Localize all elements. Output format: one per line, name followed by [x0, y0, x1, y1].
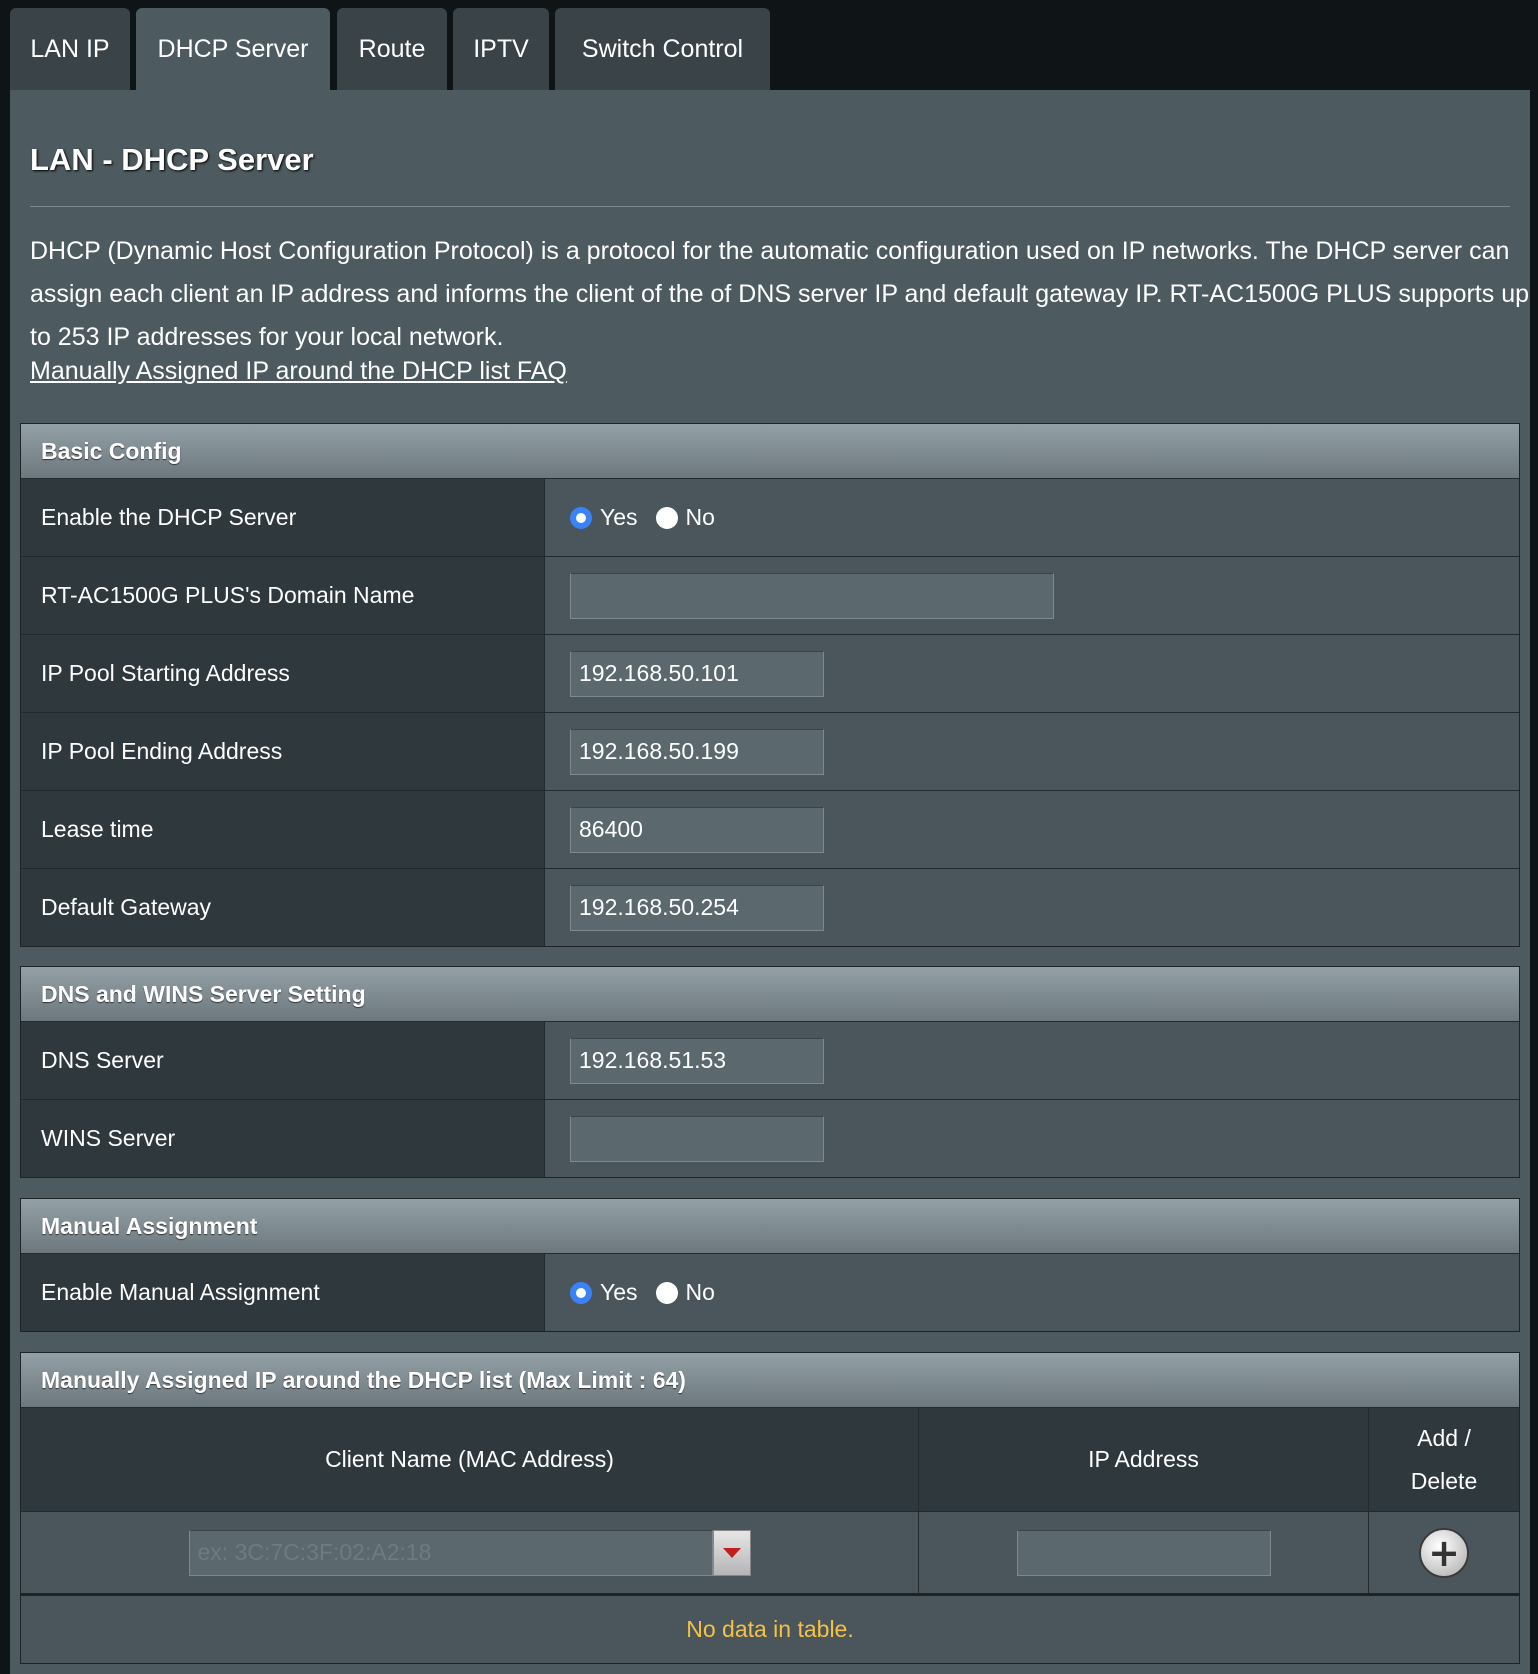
- pool-end-input[interactable]: 192.168.50.199: [570, 728, 824, 775]
- mac-dropdown-button[interactable]: [712, 1529, 751, 1576]
- tab-dhcp-server[interactable]: DHCP Server: [136, 8, 330, 90]
- manual-assignment-section: Manual Assignment Enable Manual Assignme…: [20, 1198, 1520, 1332]
- manual-list-input-row: ex: 3C:7C:3F:02:A2:18 +: [21, 1511, 1519, 1593]
- dns-server-input[interactable]: 192.168.51.53: [570, 1037, 824, 1084]
- wins-server-label: WINS Server: [21, 1100, 545, 1177]
- add-icon[interactable]: +: [1419, 1527, 1469, 1578]
- tab-lan-ip[interactable]: LAN IP: [10, 8, 130, 90]
- dns-server-row: DNS Server 192.168.51.53: [21, 1021, 1519, 1099]
- pool-end-label: IP Pool Ending Address: [21, 713, 545, 790]
- enable-manual-no-radio[interactable]: [655, 1281, 678, 1304]
- basic-config-header: Basic Config: [21, 424, 1519, 478]
- tab-switch-control[interactable]: Switch Control: [555, 8, 770, 90]
- ip-address-input[interactable]: [1016, 1529, 1271, 1576]
- col-add-delete-line2: Delete: [1410, 1467, 1478, 1494]
- gateway-label: Default Gateway: [21, 869, 545, 946]
- enable-dhcp-yes-label: Yes: [600, 504, 638, 530]
- pool-end-row: IP Pool Ending Address 192.168.50.199: [21, 712, 1519, 790]
- basic-config-section: Basic Config Enable the DHCP Server Yes …: [20, 423, 1520, 947]
- col-ip-address: IP Address: [919, 1408, 1369, 1511]
- tab-iptv[interactable]: IPTV: [453, 8, 549, 90]
- col-add-delete-line1: Add /: [1417, 1424, 1471, 1451]
- page-description: DHCP (Dynamic Host Configuration Protoco…: [30, 237, 1529, 351]
- enable-manual-yes-radio[interactable]: [570, 1281, 592, 1304]
- manual-assignment-header: Manual Assignment: [21, 1199, 1519, 1253]
- mac-combo: ex: 3C:7C:3F:02:A2:18: [188, 1529, 751, 1576]
- wins-server-input[interactable]: [570, 1115, 824, 1162]
- manual-list-section: Manually Assigned IP around the DHCP lis…: [20, 1352, 1520, 1664]
- wins-server-row: WINS Server: [21, 1099, 1519, 1177]
- enable-manual-row: Enable Manual Assignment Yes No: [21, 1253, 1519, 1331]
- col-client-name: Client Name (MAC Address): [21, 1408, 919, 1511]
- lease-time-input[interactable]: 86400: [570, 806, 824, 853]
- faq-link[interactable]: Manually Assigned IP around the DHCP lis…: [30, 357, 567, 386]
- col-add-delete: Add / Delete: [1369, 1408, 1519, 1511]
- empty-table-message: No data in table.: [21, 1593, 1519, 1663]
- enable-dhcp-label: Enable the DHCP Server: [21, 479, 545, 556]
- manual-list-header: Manually Assigned IP around the DHCP lis…: [21, 1353, 1519, 1407]
- dns-server-label: DNS Server: [21, 1022, 545, 1099]
- page-title: LAN - DHCP Server: [30, 142, 314, 177]
- chevron-down-icon: [722, 1547, 741, 1558]
- lease-time-row: Lease time 86400: [21, 790, 1519, 868]
- enable-manual-yes-label: Yes: [600, 1279, 638, 1305]
- enable-dhcp-yes-radio[interactable]: [570, 506, 592, 529]
- manual-list-columns: Client Name (MAC Address) IP Address Add…: [21, 1407, 1519, 1511]
- enable-dhcp-row: Enable the DHCP Server Yes No: [21, 478, 1519, 556]
- lease-time-label: Lease time: [21, 791, 545, 868]
- gateway-input[interactable]: 192.168.50.254: [570, 884, 824, 931]
- enable-dhcp-no-radio[interactable]: [655, 506, 678, 529]
- pool-start-row: IP Pool Starting Address 192.168.50.101: [21, 634, 1519, 712]
- pool-start-input[interactable]: 192.168.50.101: [570, 650, 824, 697]
- divider: [30, 206, 1510, 207]
- domain-name-input[interactable]: [570, 572, 1054, 619]
- content-panel: LAN - DHCP Server DHCP (Dynamic Host Con…: [10, 90, 1530, 1674]
- domain-name-row: RT-AC1500G PLUS's Domain Name: [21, 556, 1519, 634]
- tab-route[interactable]: Route: [337, 8, 447, 90]
- gateway-row: Default Gateway 192.168.50.254: [21, 868, 1519, 946]
- domain-name-label: RT-AC1500G PLUS's Domain Name: [21, 557, 545, 634]
- dns-wins-header: DNS and WINS Server Setting: [21, 967, 1519, 1021]
- empty-table-text: No data in table.: [686, 1616, 854, 1642]
- mac-address-input[interactable]: ex: 3C:7C:3F:02:A2:18: [188, 1529, 713, 1576]
- tab-bar: LAN IP DHCP Server Route IPTV Switch Con…: [0, 0, 1538, 90]
- enable-manual-label: Enable Manual Assignment: [21, 1254, 545, 1331]
- pool-start-label: IP Pool Starting Address: [21, 635, 545, 712]
- enable-manual-no-label: No: [685, 1279, 715, 1305]
- enable-dhcp-no-label: No: [685, 504, 715, 530]
- dns-wins-section: DNS and WINS Server Setting DNS Server 1…: [20, 966, 1520, 1178]
